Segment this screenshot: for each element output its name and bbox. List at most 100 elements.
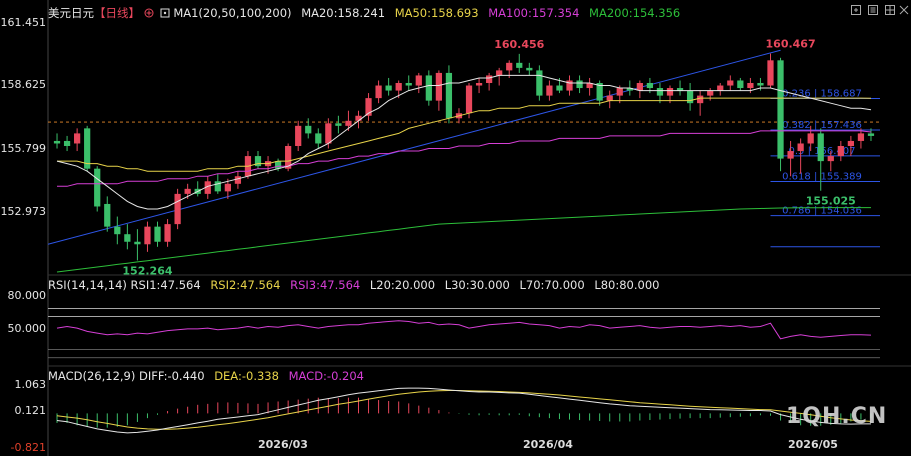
l30-value: L30:30.000: [444, 278, 510, 292]
ma50-value: MA50:158.693: [394, 6, 479, 20]
macd-tick-bottom: -0.821: [10, 441, 46, 454]
macd-tick-mid: 0.121: [14, 404, 47, 417]
candle-body: [646, 83, 654, 89]
candle-body: [727, 80, 734, 86]
candle-body: [74, 133, 81, 144]
close-icon[interactable]: [899, 5, 909, 15]
candle-body: [737, 80, 744, 89]
candle-body: [335, 123, 342, 126]
candle-body: [516, 62, 523, 68]
candle-body: [395, 83, 402, 91]
rsi-tick-50: 50.000: [7, 322, 47, 335]
rsi-header: RSI(14,14,14) RSI1:47.564 RSI2:47.564 RS…: [48, 278, 665, 292]
candle-body: [134, 241, 141, 245]
ma200-value: MA200:154.356: [589, 6, 681, 20]
candle-body: [184, 188, 191, 194]
trend-channel-upper: [47, 49, 781, 245]
candle-body: [506, 62, 513, 71]
candle-body: [747, 83, 754, 89]
price-header: 美元日元【日线】 MA1(20,50,100,200) MA20:158.241…: [48, 6, 686, 20]
candle-body: [837, 146, 844, 157]
candle-body: [53, 140, 61, 144]
ma100-value: MA100:157.354: [488, 6, 580, 20]
x-label-march: 2026/03: [258, 438, 308, 451]
candle-body: [94, 168, 101, 207]
candle-body: [174, 193, 181, 225]
candle-body: [114, 226, 121, 235]
candle-body: [274, 161, 282, 169]
candle-body: [164, 224, 171, 242]
candle-body: [465, 85, 473, 114]
macd-value: MACD:-0.204: [288, 369, 364, 383]
rsi-tick-80: 80.000: [7, 289, 47, 302]
annotation-high-1: 160.456: [494, 38, 544, 51]
candle-body: [707, 90, 714, 96]
candle-body: [234, 176, 242, 184]
fib-label-1: 0.382 | 157.436: [782, 120, 862, 131]
candle-body: [355, 115, 362, 121]
candle-body: [425, 75, 432, 101]
macd-header: MACD(26,12,9) DIFF:-0.440 DEA:-0.338 MAC…: [48, 369, 370, 383]
candle-body: [375, 85, 382, 99]
candle-body: [315, 133, 322, 144]
rsi1-value: RSI1:47.564: [130, 278, 201, 292]
candle-body: [576, 80, 583, 89]
candle-body: [546, 85, 553, 96]
annotation-low-2: 155.025: [806, 195, 856, 208]
candle-body: [385, 85, 392, 91]
candle-body: [757, 83, 764, 86]
candle-body: [345, 120, 352, 126]
period-label[interactable]: 【日线】: [94, 6, 140, 20]
macd-dea-line: [56, 390, 872, 430]
candle-body: [697, 95, 704, 104]
candle-body: [767, 60, 774, 86]
candle-body: [536, 70, 543, 96]
l70-value: L70:70.000: [519, 278, 585, 292]
annotation-low-1: 152.264: [122, 264, 172, 277]
candle-body: [656, 88, 664, 96]
candle-body: [445, 72, 453, 119]
candle-body: [636, 83, 643, 91]
candle-body: [867, 133, 875, 136]
candle-body: [104, 203, 111, 227]
expand-icon[interactable]: [851, 5, 861, 15]
x-label-may: 2026/05: [788, 438, 838, 451]
candle-body: [857, 133, 865, 141]
candle-body: [777, 60, 784, 159]
price-tick-1: 161.451: [0, 16, 47, 29]
candle-body: [847, 140, 854, 146]
candle-body: [666, 88, 674, 96]
target-icon[interactable]: [160, 8, 170, 18]
ma-label: MA1(20,50,100,200): [173, 6, 292, 20]
rsi-line: [56, 320, 872, 340]
candle-body: [817, 133, 824, 162]
settings-icon[interactable]: [868, 5, 878, 15]
add-icon[interactable]: [144, 8, 154, 18]
candle-body: [63, 140, 71, 146]
candle-body: [325, 123, 332, 144]
candle-body: [486, 75, 493, 83]
candle-body: [154, 226, 161, 242]
macd-label: MACD(26,12,9): [48, 369, 136, 383]
price-tick-4: 152.973: [0, 205, 47, 218]
ma50-line: [57, 97, 872, 172]
l80-value: L80:80.000: [594, 278, 660, 292]
l20-value: L20:20.000: [369, 278, 436, 292]
x-label-april: 2026/04: [523, 438, 573, 451]
candle-body: [496, 70, 503, 76]
price-tick-3: 155.799: [0, 142, 47, 155]
candle-body: [787, 151, 794, 159]
ma20-value: MA20:158.241: [301, 6, 386, 20]
candle-body: [475, 83, 483, 86]
ma20-line: [56, 74, 872, 210]
watermark: 1QH.CN: [786, 404, 888, 429]
candle-body: [797, 143, 804, 152]
macd-diff-line: [56, 387, 871, 434]
ma100-line: [57, 130, 872, 187]
candle-body: [556, 85, 563, 91]
candle-body: [124, 234, 131, 242]
candle-body: [295, 125, 302, 146]
grid-icon[interactable]: [885, 5, 895, 15]
price-chart-canvas[interactable]: 0.236 | 158.6870.382 | 157.4360.5 | 156.…: [0, 0, 911, 456]
annotation-high-2: 160.467: [766, 38, 816, 51]
